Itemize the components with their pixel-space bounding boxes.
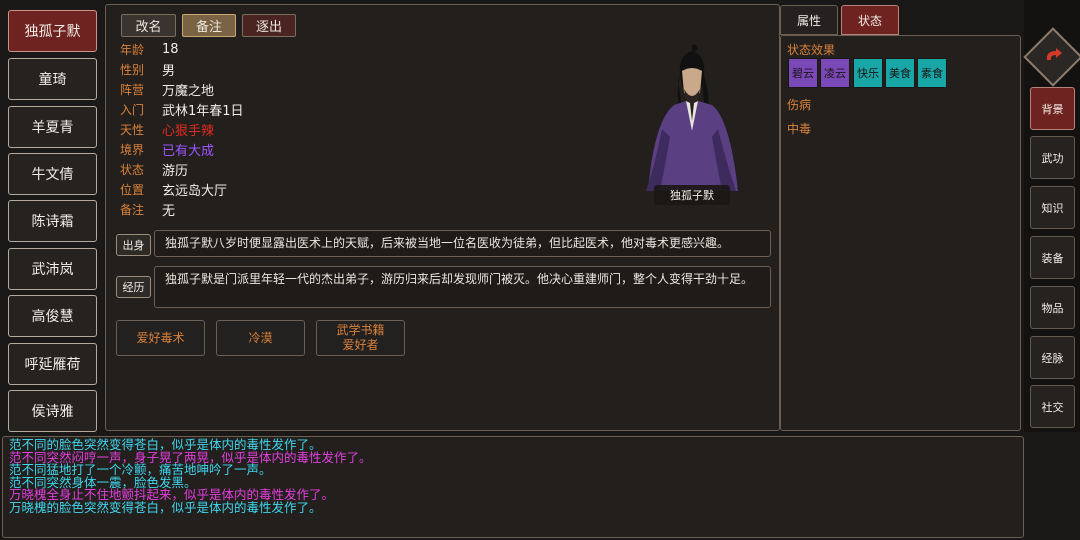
- menu-meridians[interactable]: 经脉: [1030, 336, 1075, 379]
- menu-equipment[interactable]: 装备: [1030, 236, 1075, 279]
- roster-item[interactable]: 独孤子默: [8, 10, 97, 52]
- status-badge[interactable]: 碧云: [788, 58, 818, 88]
- menu-items[interactable]: 物品: [1030, 286, 1075, 329]
- status-badge[interactable]: 美食: [885, 58, 915, 88]
- info-label: 阵营: [120, 82, 145, 97]
- status-badge[interactable]: 快乐: [853, 58, 883, 88]
- trait-button[interactable]: 武学书籍 爱好者: [316, 320, 405, 356]
- injury-title: 伤病: [787, 98, 812, 112]
- info-label: 天性: [120, 122, 145, 137]
- info-row-faction: 阵营 万魔之地: [120, 79, 214, 99]
- portrait-name: 独孤子默: [670, 189, 714, 202]
- info-value: 男: [162, 63, 176, 79]
- roster-item[interactable]: 羊夏青: [8, 106, 97, 148]
- info-value: 武林1年春1日: [162, 103, 244, 119]
- info-row-location: 位置 玄远岛大厅: [120, 179, 227, 199]
- info-value: 万魔之地: [162, 83, 215, 99]
- menu-knowledge[interactable]: 知识: [1030, 186, 1075, 229]
- info-label: 入门: [120, 102, 145, 117]
- menu-martial-arts[interactable]: 武功: [1030, 136, 1075, 179]
- info-value: 18: [162, 41, 179, 57]
- roster-item[interactable]: 呼延雁荷: [8, 343, 97, 385]
- info-value: 游历: [162, 163, 189, 179]
- info-row-age: 年龄 18: [120, 39, 179, 59]
- character-detail-panel: 改名 备注 逐出 年龄 18 性别 男 阵营 万魔之地 入门 武林1年春1日 天…: [105, 4, 780, 431]
- info-row-nature: 天性 心狠手辣: [120, 119, 214, 139]
- info-row-realm: 境界 已有大成: [120, 139, 214, 159]
- roster-item[interactable]: 高俊慧: [8, 295, 97, 337]
- history-text: 独孤子默是门派里年轻一代的杰出弟子，游历归来后却发现师门被灭。他决心重建师门，整…: [154, 266, 771, 308]
- info-row-joined: 入门 武林1年春1日: [120, 99, 244, 119]
- tab-attributes[interactable]: 属性: [780, 5, 838, 35]
- roster-item[interactable]: 童琦: [8, 58, 97, 100]
- info-row-note: 备注 无: [120, 199, 175, 219]
- info-label: 位置: [120, 182, 145, 197]
- origin-tag: 出身: [116, 234, 151, 256]
- status-badge[interactable]: 素食: [917, 58, 947, 88]
- menu-background[interactable]: 背景: [1030, 87, 1075, 130]
- expel-button[interactable]: 逐出: [242, 14, 296, 37]
- return-arrow-icon: [1046, 48, 1062, 60]
- status-effects-title: 状态效果: [787, 43, 836, 57]
- roster-item[interactable]: 武沛岚: [8, 248, 97, 290]
- trait-button[interactable]: 冷漠: [216, 320, 305, 356]
- character-portrait: 独孤子默: [646, 44, 738, 205]
- status-badge[interactable]: 凌云: [820, 58, 850, 88]
- event-log: 范不同的脸色突然变得苍白，似乎是体内的毒性发作了。 范不同突然闷哼一声，身子晃了…: [2, 436, 1024, 538]
- roster-item[interactable]: 牛文倩: [8, 153, 97, 195]
- trait-button[interactable]: 爱好毒术: [116, 320, 205, 356]
- history-tag: 经历: [116, 276, 151, 298]
- info-label: 年龄: [120, 42, 145, 57]
- origin-text: 独孤子默八岁时便显露出医术上的天赋，后来被当地一位名医收为徒弟，但比起医术，他对…: [154, 230, 771, 257]
- info-value: 无: [162, 203, 176, 219]
- info-label: 备注: [120, 202, 145, 217]
- info-row-gender: 性别 男: [120, 59, 175, 79]
- info-row-state: 状态 游历: [120, 159, 188, 179]
- info-label: 状态: [120, 162, 145, 177]
- info-value: 玄远岛大厅: [162, 183, 228, 199]
- poison-title: 中毒: [787, 122, 812, 136]
- roster-item[interactable]: 陈诗霜: [8, 200, 97, 242]
- info-label: 性别: [120, 62, 145, 77]
- note-button[interactable]: 备注: [182, 14, 236, 37]
- status-effects-panel: 状态效果 碧云 凌云 快乐 美食 素食 伤病 中毒: [780, 35, 1021, 431]
- roster-item[interactable]: 侯诗雅: [8, 390, 97, 432]
- info-label: 境界: [120, 142, 145, 157]
- menu-social[interactable]: 社交: [1030, 385, 1075, 428]
- rename-button[interactable]: 改名: [121, 14, 176, 37]
- disciple-roster: 独孤子默 童琦 羊夏青 牛文倩 陈诗霜 武沛岚 高俊慧 呼延雁荷 侯诗雅: [0, 0, 104, 432]
- info-value: 已有大成: [162, 143, 215, 159]
- log-line: 万晓槐的脸色突然变得苍白，似乎是体内的毒性发作了。: [9, 499, 322, 515]
- tab-status[interactable]: 状态: [841, 5, 899, 35]
- info-value: 心狠手辣: [162, 123, 215, 139]
